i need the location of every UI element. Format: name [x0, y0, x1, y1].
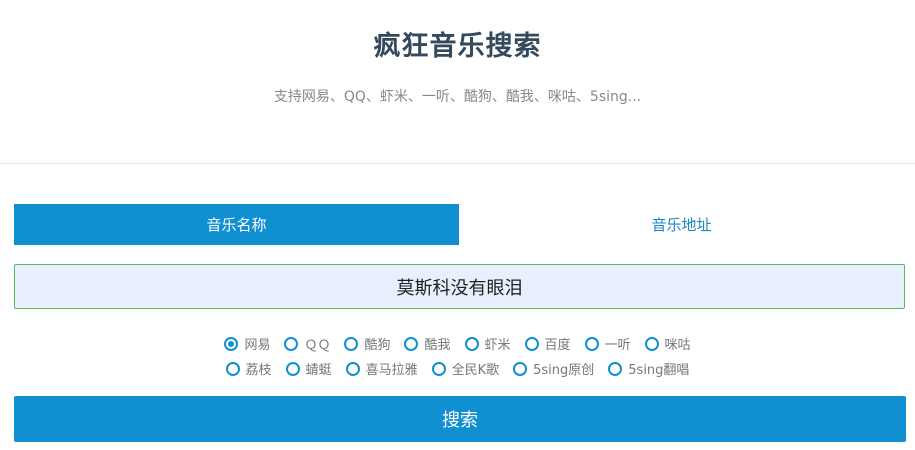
page-title: 疯狂音乐搜索	[373, 31, 542, 62]
radio-unchecked-icon[interactable]	[608, 361, 623, 376]
source-radio-label: 咪咕	[664, 338, 691, 353]
radio-unchecked-icon[interactable]	[284, 336, 299, 351]
source-radio-option[interactable]: 5sing原创	[513, 359, 594, 378]
source-radio-label: 全民K歌	[451, 363, 500, 378]
source-radio-label: 5sing原创	[533, 363, 595, 378]
radio-unchecked-icon[interactable]	[345, 361, 360, 376]
source-radio-option[interactable]: 百度	[524, 334, 571, 353]
source-radio-option[interactable]: 蜻蜓	[285, 359, 332, 378]
source-radio-option[interactable]: 5sing翻唱	[608, 359, 689, 378]
source-radio-label: 荔枝	[245, 363, 272, 378]
source-radio-label: 喜马拉雅	[365, 363, 418, 378]
radio-unchecked-icon[interactable]	[464, 336, 479, 351]
source-radio-option[interactable]: 酷我	[404, 334, 451, 353]
search-mode-tabs: 音乐名称 音乐地址	[14, 204, 904, 245]
radio-checked-icon[interactable]	[224, 336, 239, 351]
search-button[interactable]: 搜索	[14, 396, 906, 442]
source-radio-option[interactable]: 全民K歌	[431, 359, 500, 378]
source-radio-option[interactable]: 网易	[224, 334, 270, 353]
source-radio-label: 百度	[544, 338, 571, 353]
radio-unchecked-icon[interactable]	[225, 361, 240, 376]
source-radio-label: 虾米	[484, 338, 511, 353]
source-radio-option[interactable]: 一听	[584, 334, 631, 353]
source-radio-label: 网易	[244, 338, 271, 353]
radio-unchecked-icon[interactable]	[285, 361, 300, 376]
page-subtitle: 支持网易、QQ、虾米、一听、酷狗、酷我、咪咕、5sing...	[273, 89, 642, 105]
source-radio-row: 网易 ＱＱ 酷狗 酷我 虾米 百度 一听 咪咕	[0, 331, 915, 356]
source-radio-group: 网易 ＱＱ 酷狗 酷我 虾米 百度 一听 咪咕 荔枝 蜻蜓 喜马拉雅 全民K歌 5sing原创 5sin…	[0, 331, 915, 381]
source-radio-option[interactable]: ＱＱ	[284, 334, 330, 353]
source-radio-label: 一听	[604, 338, 631, 353]
radio-unchecked-icon[interactable]	[431, 361, 446, 376]
source-radio-label: 酷我	[424, 338, 451, 353]
tab-music-name[interactable]: 音乐名称	[14, 204, 459, 245]
search-input[interactable]	[14, 264, 905, 309]
source-radio-option[interactable]: 荔枝	[225, 359, 272, 378]
source-radio-label: 5sing翻唱	[628, 363, 690, 378]
source-radio-label: 蜻蜓	[305, 363, 332, 378]
source-radio-row: 荔枝 蜻蜓 喜马拉雅 全民K歌 5sing原创 5sing翻唱	[0, 356, 915, 381]
source-radio-option[interactable]: 酷狗	[344, 334, 390, 353]
radio-unchecked-icon[interactable]	[513, 361, 528, 376]
radio-unchecked-icon[interactable]	[404, 336, 419, 351]
source-radio-option[interactable]: 喜马拉雅	[345, 359, 418, 378]
page-header: 疯狂音乐搜索 支持网易、QQ、虾米、一听、酷狗、酷我、咪咕、5sing...	[0, 0, 915, 164]
tab-music-url[interactable]: 音乐地址	[459, 204, 904, 245]
radio-unchecked-icon[interactable]	[524, 336, 539, 351]
source-radio-label: 酷狗	[364, 338, 391, 353]
radio-unchecked-icon[interactable]	[644, 336, 659, 351]
source-radio-option[interactable]: 咪咕	[644, 334, 691, 353]
source-radio-option[interactable]: 虾米	[464, 334, 511, 353]
source-radio-label: ＱＱ	[304, 338, 331, 353]
radio-unchecked-icon[interactable]	[344, 336, 359, 351]
radio-unchecked-icon[interactable]	[584, 336, 599, 351]
